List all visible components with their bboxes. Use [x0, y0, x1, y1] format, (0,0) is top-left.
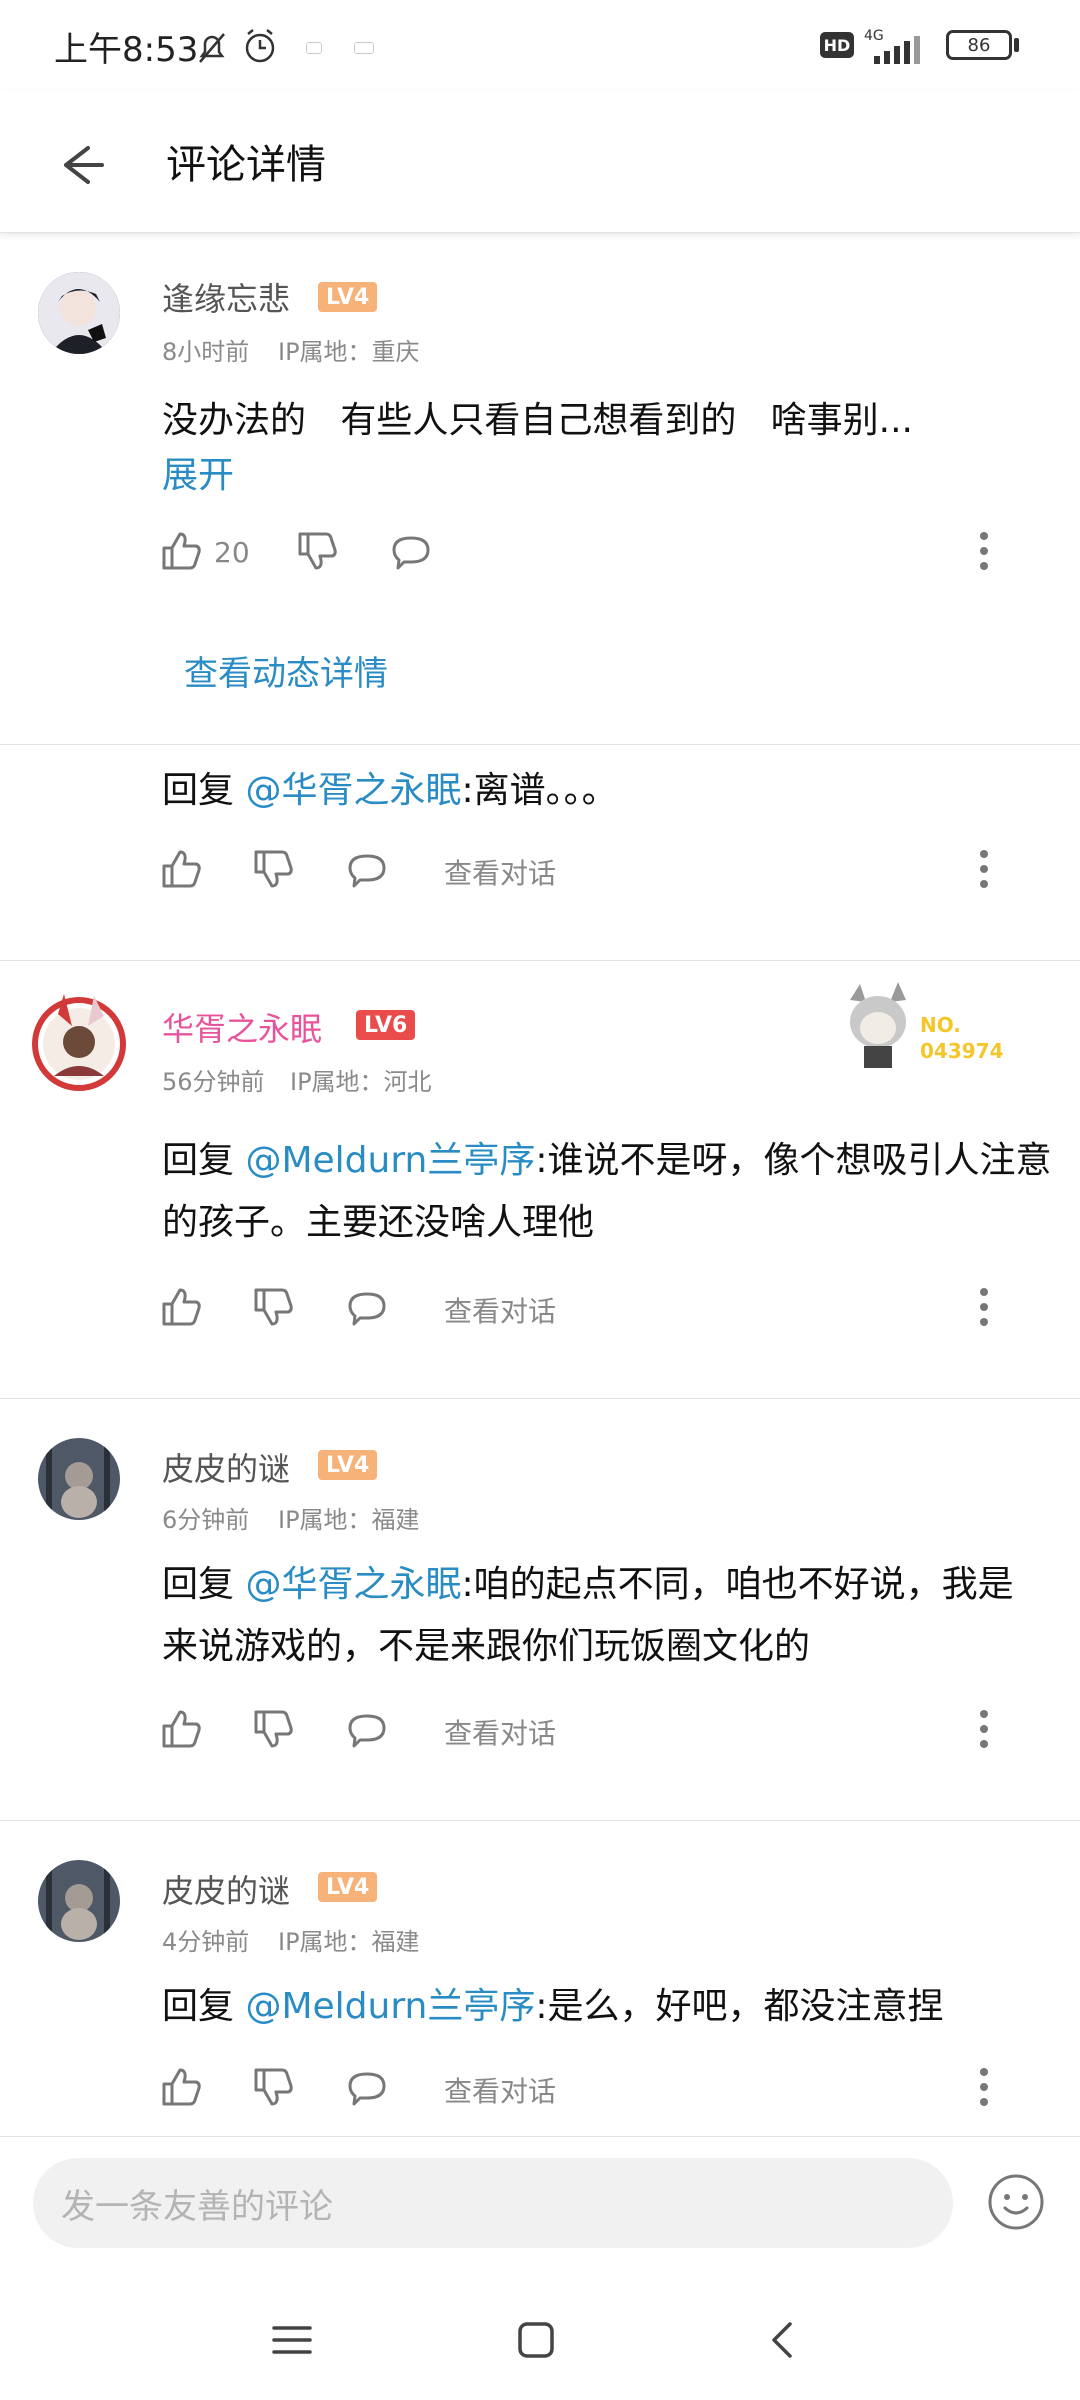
ip-location: IP属地：福建	[278, 1928, 420, 1956]
emoji-icon[interactable]	[986, 2172, 1046, 2232]
view-post-detail-link[interactable]: 查看动态详情	[184, 646, 388, 695]
home-icon[interactable]	[514, 2318, 558, 2366]
avatar[interactable]	[38, 1438, 120, 1520]
back-icon[interactable]	[762, 2318, 806, 2366]
comment-text: 回复 @Meldurn兰亭序:是么，好吧，都没注意捏	[162, 1976, 1080, 2038]
reply-prefix: 回复	[162, 1140, 235, 1181]
divider	[0, 2136, 1080, 2137]
status-time: 上午8:53	[54, 30, 199, 70]
like-icon[interactable]	[156, 1284, 206, 1330]
comment-text: 回复 @华胥之永眠:离谱。。。	[162, 760, 1080, 822]
mention-link[interactable]: @华胥之永眠	[245, 1564, 461, 1605]
reply-text: :是么，好吧，都没注意捏	[535, 1986, 944, 2027]
comment-input[interactable]: 发一条友善的评论	[33, 2158, 953, 2248]
back-arrow-icon[interactable]	[44, 130, 114, 200]
reply-prefix: 回复	[162, 770, 235, 811]
reply-prefix: 回复	[162, 1986, 235, 2027]
status-bar: 上午8:53 HD 4G 86	[0, 0, 1080, 90]
page-title: 评论详情	[166, 142, 326, 188]
divider	[0, 960, 1080, 961]
username[interactable]: 皮皮的谜	[162, 1866, 290, 1912]
post-time: 6分钟前	[162, 1506, 250, 1534]
comment-icon[interactable]	[386, 528, 436, 574]
divider	[0, 1398, 1080, 1399]
reply-text: :离谱。。。	[461, 770, 618, 811]
battery-tip	[1014, 38, 1019, 52]
dislike-icon[interactable]	[248, 846, 298, 892]
ip-location: IP属地：河北	[290, 1068, 432, 1096]
alarm-icon	[240, 26, 280, 70]
battery-icon: 86	[946, 30, 1012, 60]
fan-badge-number: 043974	[920, 1039, 1004, 1063]
more-icon[interactable]	[974, 528, 994, 574]
comment-text: 回复 @Meldurn兰亭序:谁说不是呀，像个想吸引人注意的孩子。主要还没啥人理…	[162, 1130, 1062, 1254]
system-nav-bar	[0, 2290, 1080, 2400]
more-icon[interactable]	[974, 2064, 994, 2110]
comment-text: 没办法的 有些人只看自己想看到的 啥事别...	[162, 400, 913, 441]
more-icon[interactable]	[974, 1284, 994, 1330]
mention-link[interactable]: @Meldurn兰亭序	[245, 1140, 535, 1181]
ip-location: IP属地：福建	[278, 1506, 420, 1534]
view-conversation-link[interactable]: 查看对话	[444, 1290, 556, 1330]
comment-text: 回复 @华胥之永眠:咱的起点不同，咱也不好说，我是来说游戏的，不是来跟你们玩饭圈…	[162, 1554, 1042, 1678]
mention-link[interactable]: @Meldurn兰亭序	[245, 1986, 535, 2027]
divider	[0, 744, 1080, 745]
post-time: 4分钟前	[162, 1928, 250, 1956]
ip-location: IP属地：重庆	[278, 338, 420, 366]
comment-icon[interactable]	[342, 846, 392, 892]
menu-icon[interactable]	[270, 2318, 314, 2366]
username[interactable]: 华胥之永眠	[162, 1004, 322, 1050]
like-icon[interactable]	[156, 846, 206, 892]
avatar[interactable]	[24, 986, 134, 1096]
dislike-icon[interactable]	[292, 528, 342, 574]
view-conversation-link[interactable]: 查看对话	[444, 2070, 556, 2110]
app-header: 评论详情	[0, 90, 1080, 233]
signal-icon	[864, 34, 934, 70]
comment-icon[interactable]	[342, 1284, 392, 1330]
level-badge: LV4	[318, 1450, 378, 1480]
like-icon[interactable]	[156, 1706, 206, 1752]
more-icon[interactable]	[974, 1706, 994, 1752]
mute-icon	[192, 28, 232, 72]
post-time: 8小时前	[162, 338, 250, 366]
level-badge: LV4	[318, 1872, 378, 1902]
level-badge: LV6	[356, 1010, 416, 1040]
username[interactable]: 皮皮的谜	[162, 1444, 290, 1490]
level-badge: LV4	[318, 282, 378, 312]
view-conversation-link[interactable]: 查看对话	[444, 852, 556, 892]
comment-icon[interactable]	[342, 1706, 392, 1752]
mention-link[interactable]: @华胥之永眠	[245, 770, 461, 811]
dislike-icon[interactable]	[248, 1284, 298, 1330]
expand-link[interactable]: 展开	[162, 446, 234, 498]
dislike-icon[interactable]	[248, 2064, 298, 2110]
view-conversation-link[interactable]: 查看对话	[444, 1712, 556, 1752]
avatar[interactable]	[38, 272, 120, 354]
notification-icon	[306, 42, 322, 54]
divider	[0, 1820, 1080, 1821]
fan-badge-image	[840, 980, 916, 1074]
avatar[interactable]	[38, 1860, 120, 1942]
dislike-icon[interactable]	[248, 1706, 298, 1752]
more-icon[interactable]	[974, 846, 994, 892]
hd-icon: HD	[820, 32, 854, 58]
username[interactable]: 逢缘忘悲	[162, 274, 290, 320]
like-icon[interactable]	[156, 2064, 206, 2110]
notification-icon-2	[354, 42, 374, 54]
comment-icon[interactable]	[342, 2064, 392, 2110]
post-time: 56分钟前	[162, 1068, 265, 1096]
like-icon[interactable]	[156, 528, 206, 574]
fan-badge-label: NO.	[920, 1013, 961, 1037]
like-count: 20	[214, 536, 250, 569]
reply-prefix: 回复	[162, 1564, 235, 1605]
